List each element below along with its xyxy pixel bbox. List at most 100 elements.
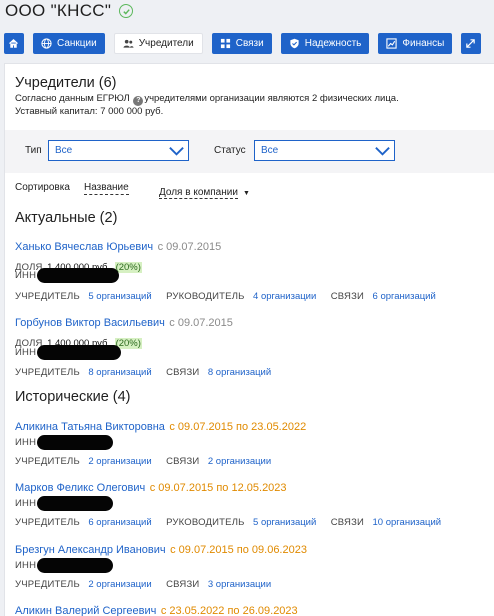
- links-orgs-link[interactable]: 8 организаций: [208, 367, 271, 378]
- company-title: ООО "КНСС": [5, 1, 134, 21]
- founder-name-line: Горбунов Виктор Васильевич с 09.07.2015: [15, 313, 233, 331]
- roles-line: УЧРЕДИТЕЛЬ 2 организации СВЯЗИ 2 организ…: [15, 451, 271, 469]
- sort-by-name[interactable]: Название: [84, 182, 129, 195]
- share-percent: (20%): [114, 262, 142, 273]
- founders-panel: Учредители (6) Согласно данным ЕГРЮЛ ? уч…: [4, 63, 494, 616]
- links-orgs-link[interactable]: 10 организаций: [373, 517, 442, 528]
- status-filter-value: Все: [261, 145, 279, 156]
- status-filter-label: Статус: [214, 145, 246, 156]
- founder-name-link[interactable]: Горбунов Виктор Васильевич: [15, 317, 165, 329]
- tab-founders-label: Учредители: [138, 38, 194, 49]
- founder-since: с 09.07.2015: [169, 317, 233, 329]
- tab-founders[interactable]: Учредители: [113, 33, 203, 54]
- founder-period: с 09.07.2015 по 12.05.2023: [149, 482, 287, 494]
- expand-icon: [465, 38, 476, 49]
- tab-finance-label: Финансы: [402, 38, 445, 49]
- tab-links[interactable]: Связи: [211, 33, 272, 54]
- section-tabs: Санкции Учредители Связи Надежность Фина…: [4, 33, 494, 54]
- founder-orgs-link[interactable]: 2 организации: [88, 579, 151, 590]
- founder-orgs-link[interactable]: 8 организаций: [88, 367, 151, 378]
- sort-by-share-label: Доля в компании: [159, 187, 238, 199]
- inn-label: ИНН: [15, 560, 37, 571]
- egrul-note: Согласно данным ЕГРЮЛ ? учредителями орга…: [15, 93, 399, 106]
- founders-heading: Учредители (6): [15, 75, 117, 91]
- status-filter-select[interactable]: Все: [254, 140, 395, 161]
- founder-name-link[interactable]: Аликин Валерий Сергеевич: [15, 605, 156, 616]
- tab-home[interactable]: [4, 33, 24, 54]
- tab-reliability[interactable]: Надежность: [280, 33, 370, 54]
- director-role-label: РУКОВОДИТЕЛЬ: [166, 291, 245, 302]
- founder-since: с 09.07.2015: [157, 241, 222, 253]
- links-role-label: СВЯЗИ: [166, 456, 200, 467]
- roles-line: УЧРЕДИТЕЛЬ 5 организаций РУКОВОДИТЕЛЬ 4 …: [15, 286, 436, 304]
- type-filter-value: Все: [55, 145, 73, 156]
- founder-role-label: УЧРЕДИТЕЛЬ: [15, 291, 80, 302]
- founder-name-line: Ханько Вячеслав Юрьевич с 09.07.2015: [15, 237, 221, 255]
- tab-finance[interactable]: Финансы: [378, 33, 453, 54]
- redacted-inn: [37, 435, 113, 450]
- tab-more[interactable]: [461, 33, 482, 54]
- tab-links-label: Связи: [235, 38, 264, 49]
- founder-role-label: УЧРЕДИТЕЛЬ: [15, 456, 80, 467]
- inn-label: ИНН: [15, 347, 37, 358]
- tab-sanctions-label: Санкции: [57, 38, 97, 49]
- director-role-label: РУКОВОДИТЕЛЬ: [166, 517, 245, 528]
- shield-icon: [289, 38, 300, 49]
- people-icon: [123, 38, 134, 49]
- founder-name-line: Марков Феликс Олегович с 09.07.2015 по 1…: [15, 478, 287, 496]
- founder-period: с 23.05.2022 по 26.09.2023: [160, 605, 298, 616]
- home-icon: [8, 38, 19, 49]
- founder-name-line: Аликина Татьяна Викторовна с 09.07.2015 …: [15, 417, 306, 435]
- founder-role-label: УЧРЕДИТЕЛЬ: [15, 579, 80, 590]
- founder-orgs-link[interactable]: 2 организации: [88, 456, 151, 467]
- historical-heading: Исторические (4): [15, 389, 131, 405]
- chart-icon: [386, 38, 398, 49]
- roles-line: УЧРЕДИТЕЛЬ 6 организаций РУКОВОДИТЕЛЬ 5 …: [15, 512, 441, 530]
- type-filter-select[interactable]: Все: [48, 140, 189, 161]
- link-icon: [220, 38, 231, 49]
- help-icon[interactable]: ?: [133, 95, 144, 106]
- roles-line: УЧРЕДИТЕЛЬ 2 организации СВЯЗИ 3 организ…: [15, 574, 271, 592]
- founder-orgs-link[interactable]: 6 организаций: [88, 517, 151, 528]
- authorized-capital: Уставный капитал: 7 000 000 руб.: [15, 106, 164, 117]
- founder-name-line: Аликин Валерий Сергеевич с 23.05.2022 по…: [15, 601, 298, 616]
- type-filter-label: Тип: [25, 145, 42, 156]
- director-orgs-link[interactable]: 5 организаций: [253, 517, 316, 528]
- globe-icon: [41, 38, 52, 49]
- founder-role-label: УЧРЕДИТЕЛЬ: [15, 517, 80, 528]
- company-name: ООО "КНСС": [5, 1, 112, 20]
- founder-name-link[interactable]: Ханько Вячеслав Юрьевич: [15, 241, 153, 253]
- links-orgs-link[interactable]: 2 организации: [208, 456, 271, 467]
- founder-period: с 09.07.2015 по 09.06.2023: [170, 544, 307, 556]
- links-role-label: СВЯЗИ: [166, 367, 200, 378]
- sort-desc-icon: ▼: [242, 190, 250, 197]
- roles-line: УЧРЕДИТЕЛЬ 8 организаций СВЯЗИ 8 организ…: [15, 362, 271, 380]
- links-role-label: СВЯЗИ: [330, 291, 365, 302]
- founder-name-link[interactable]: Аликина Татьяна Викторовна: [15, 421, 165, 433]
- redacted-inn: [37, 268, 119, 283]
- founder-orgs-link[interactable]: 5 организаций: [88, 291, 151, 302]
- founder-name-link[interactable]: Марков Феликс Олегович: [15, 482, 145, 494]
- inn-label: ИНН: [15, 498, 37, 509]
- redacted-inn: [37, 496, 113, 511]
- inn-label: ИНН: [15, 270, 37, 281]
- links-orgs-link[interactable]: 6 организаций: [373, 291, 436, 302]
- founder-period: с 09.07.2015 по 23.05.2022: [169, 421, 307, 433]
- egrul-note-end: учредителями организации являются 2 физи…: [144, 93, 399, 104]
- redacted-inn: [37, 558, 113, 573]
- links-role-label: СВЯЗИ: [330, 517, 365, 528]
- chevron-down-icon: [169, 146, 184, 156]
- director-orgs-link[interactable]: 4 организации: [253, 291, 316, 302]
- founder-role-label: УЧРЕДИТЕЛЬ: [15, 367, 80, 378]
- tab-sanctions[interactable]: Санкции: [33, 33, 105, 54]
- redacted-inn: [37, 345, 121, 360]
- founder-name-link[interactable]: Брезгун Александр Иванович: [15, 544, 166, 556]
- founder-name-line: Брезгун Александр Иванович с 09.07.2015 …: [15, 540, 307, 558]
- egrul-note-start: Согласно данным ЕГРЮЛ: [15, 93, 130, 104]
- links-role-label: СВЯЗИ: [166, 579, 200, 590]
- tab-reliability-label: Надежность: [304, 38, 362, 49]
- sort-by-share[interactable]: Доля в компании ▼: [159, 182, 250, 200]
- verified-check-icon: [119, 4, 134, 18]
- current-heading: Актуальные (2): [15, 210, 118, 226]
- links-orgs-link[interactable]: 3 организации: [208, 579, 271, 590]
